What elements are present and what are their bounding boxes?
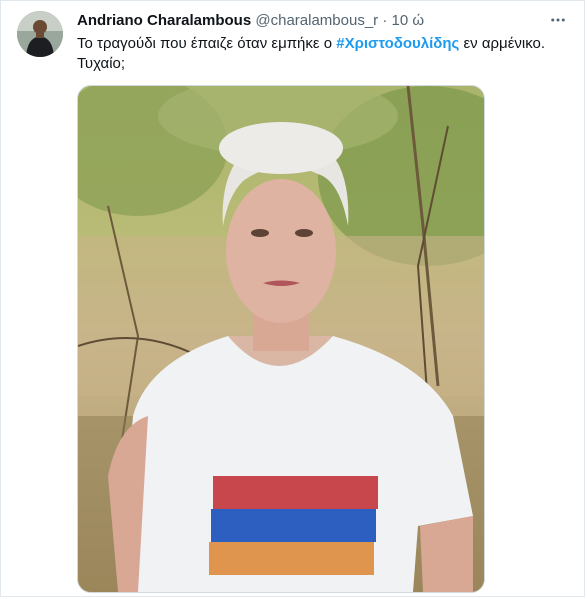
avatar-image — [17, 11, 63, 57]
tweet-header: Andriano Charalambous @charalambous_r · … — [77, 12, 424, 30]
photo-image — [78, 86, 484, 592]
tweet-media-photo[interactable] — [77, 85, 485, 593]
author-name[interactable]: Andriano Charalambous — [77, 12, 251, 29]
avatar[interactable] — [17, 11, 63, 57]
hashtag-link[interactable]: #Χριστοδουλίδης — [336, 35, 459, 52]
tweet-text-before: Το τραγούδι που έπαιζε όταν εμπήκε ο — [77, 35, 337, 52]
author-handle[interactable]: @charalambous_r — [255, 12, 378, 29]
timestamp[interactable]: 10 ώ — [392, 12, 425, 29]
tweet-card[interactable]: Andriano Charalambous @charalambous_r · … — [0, 0, 585, 597]
separator: · — [382, 12, 388, 29]
tweet-text: Το τραγούδι που έπαιζε όταν εμπήκε ο #Χρ… — [77, 34, 572, 74]
more-horizontal-icon — [551, 18, 565, 22]
more-button[interactable] — [544, 8, 572, 32]
